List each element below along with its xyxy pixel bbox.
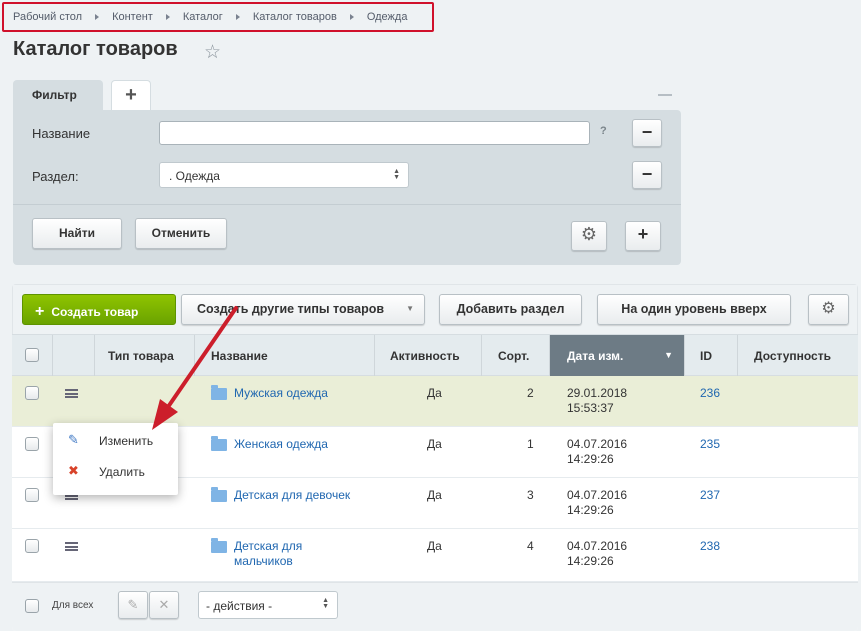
- annotation-arrow-icon: [152, 306, 238, 430]
